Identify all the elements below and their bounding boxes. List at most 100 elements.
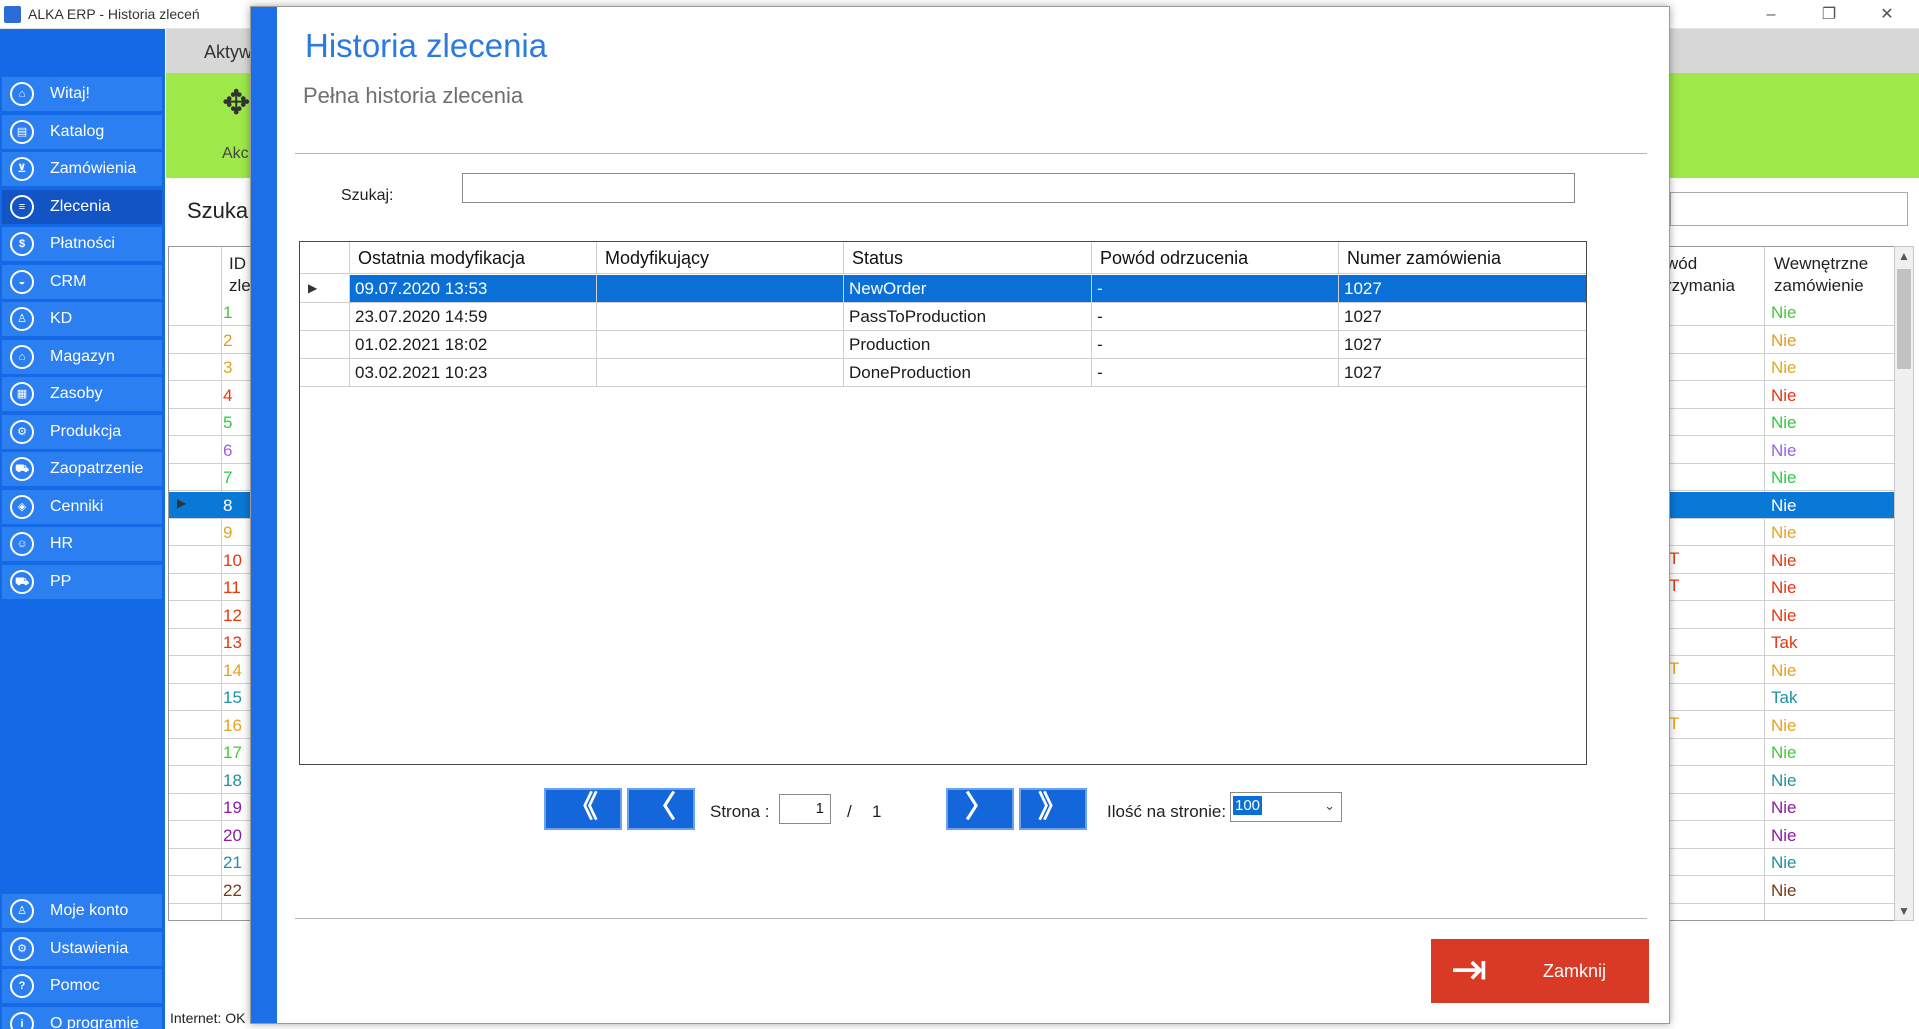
scroll-up-icon[interactable]: ▲ [1898,249,1910,263]
sidebar-item-label: Katalog [50,122,105,140]
sidebar-item-płatności[interactable]: $ Płatności [2,227,162,261]
history-grid-header: Ostatnia modyfikacja Modyfikujący Status… [300,242,1586,274]
move-icon[interactable]: ✥ [222,83,251,123]
background-search-input[interactable] [1670,192,1908,226]
minimize-icon[interactable]: – [1756,4,1786,26]
column-header-status[interactable]: Status [844,242,1092,274]
hr-icon: ☺ [10,532,34,556]
internal-order-flag: Nie [1771,413,1797,432]
column-header-rejection-reason[interactable]: Powód odrzucenia [1092,242,1339,274]
sidebar-item-zaopatrzenie[interactable]: ⛟ Zaopatrzenie [2,452,162,486]
truck-icon: ⛟ [10,457,34,481]
row-header[interactable]: ▶ [300,275,350,302]
order-history-dialog: Historia zlecenia Pełna historia zleceni… [250,6,1670,1024]
sidebar-item-label: Zamówienia [50,160,137,177]
sidebar-item-label: Produkcja [50,422,122,440]
order-id: 12 [223,605,242,625]
sidebar-item-ustawienia[interactable]: ⚙ Ustawienia [2,931,162,966]
close-button[interactable]: ⇥ Zamknij [1431,939,1649,1003]
page-number-input[interactable]: 1 [779,794,831,824]
last-page-button[interactable]: 》 [1019,788,1087,830]
internal-order-flag: Nie [1771,358,1797,377]
internal-order-flag: Nie [1771,495,1797,515]
scroll-thumb[interactable] [1897,269,1911,369]
total-pages: 1 [872,802,882,821]
last-modified-cell: 01.02.2021 18:02 [350,331,597,358]
internal-order-flag: Nie [1771,440,1797,460]
per-page-label: Ilość na stronie: [1107,802,1227,821]
sidebar-item-zlecenia[interactable]: ≡ Zlecenia [2,189,162,224]
order-id: 4 [223,385,233,405]
order-id: 1 [223,303,233,322]
grid-scrollbar[interactable]: ▲ ▼ [1894,246,1914,921]
rejection-reason-cell: - [1092,331,1339,358]
next-page-button[interactable]: 〉 [946,788,1014,830]
row-header[interactable] [300,359,350,386]
sidebar-item-pomoc[interactable]: ? Pomoc [2,969,162,1003]
prev-page-button[interactable]: 〈 [627,788,695,830]
row-header[interactable] [300,331,350,358]
order-id: 10 [223,550,242,570]
per-page-select[interactable]: 100 ⌄ [1230,792,1342,822]
sidebar-item-label: Zlecenia [50,197,111,215]
internal-order-flag: Nie [1771,578,1797,597]
production-icon: ⚙ [10,419,34,444]
table-row[interactable]: 01.02.2021 18:02 Production -1027 [300,331,1586,359]
column-header-modified-by[interactable]: Modyfikujący [597,242,844,274]
sidebar-item-zasoby[interactable]: ▦ Zasoby [2,377,162,411]
divider [295,918,1647,919]
info-icon: i [10,1011,34,1029]
sidebar-item-magazyn[interactable]: ⌂ Magazyn [2,339,162,374]
column-header-last-modified[interactable]: Ostatnia modyfikacja [350,242,597,274]
column-header-id[interactable]: ID zle [229,253,251,297]
close-window-icon[interactable]: ✕ [1872,4,1902,26]
order-id: 6 [223,440,233,460]
hold-reason: T [1669,576,1680,595]
background-search-label: Szuka [187,198,249,223]
restore-icon[interactable]: ❐ [1814,4,1844,26]
order-number-cell: 1027 [1344,363,1382,382]
exit-icon: ⇥ [1450,945,1488,994]
actions-label: Akc [222,145,249,162]
sidebar-item-label: KD [50,310,73,327]
search-input[interactable] [462,173,1575,203]
internal-order-flag: Nie [1771,660,1797,680]
tab-active-orders[interactable]: Aktyw [204,42,252,63]
sidebar: ⌂ Witaj! ▤ Katalog ⊻ Zamówienia ≡ Zlecenia $ Płat… [0,29,165,1029]
sidebar-item-pp[interactable]: ⛟ PP [2,564,162,599]
sidebar-item-cenniki[interactable]: ◈ Cenniki [2,489,162,524]
internal-order-flag: Nie [1771,880,1797,900]
warehouse-icon: ⌂ [10,344,34,369]
order-id: 16 [223,715,242,735]
sidebar-item-zamówienia[interactable]: ⊻ Zamówienia [2,152,162,186]
sidebar-item-label: Moje konto [50,902,129,919]
last-modified-cell: 09.07.2020 13:53 [350,275,597,302]
sidebar-item-moje-konto[interactable]: ♙ Moje konto [2,894,162,928]
table-row[interactable]: 03.02.2021 10:23 DoneProduction -1027 [300,359,1586,387]
status-cell: PassToProduction [844,303,1092,330]
page-separator: / [847,802,852,821]
account-icon: ♙ [10,899,34,923]
pp-icon: ⛟ [10,569,34,594]
sidebar-item-o-programie[interactable]: i O programie [2,1006,162,1029]
row-header[interactable] [300,303,350,330]
column-header-hold-reason[interactable]: wód rzymania [1666,253,1735,297]
sidebar-item-witaj-[interactable]: ⌂ Witaj! [2,77,162,111]
sidebar-item-kd[interactable]: ♙ KD [2,302,162,336]
internal-order-flag: Nie [1771,605,1797,625]
table-row[interactable]: ▶ 09.07.2020 13:53 NewOrder -1027 [300,275,1586,303]
sidebar-item-label: Magazyn [50,347,115,365]
sidebar-item-label: HR [50,535,74,552]
home-icon: ⌂ [10,82,34,106]
sidebar-item-produkcja[interactable]: ⚙ Produkcja [2,414,162,449]
sidebar-item-katalog[interactable]: ▤ Katalog [2,114,162,149]
sidebar-item-hr[interactable]: ☺ HR [2,527,162,561]
first-page-button[interactable]: 《 [544,788,622,830]
table-row[interactable]: 23.07.2020 14:59 PassToProduction -1027 [300,303,1586,331]
column-header-order-number[interactable]: Numer zamówienia [1339,242,1586,274]
row-pointer-icon: ▶ [308,281,318,295]
internal-order-flag: Nie [1771,523,1797,542]
scroll-down-icon[interactable]: ▼ [1898,904,1910,918]
sidebar-item-crm[interactable]: ◒ CRM [2,264,162,299]
column-header-internal-order[interactable]: Wewnętrzne zamówienie [1774,253,1868,297]
